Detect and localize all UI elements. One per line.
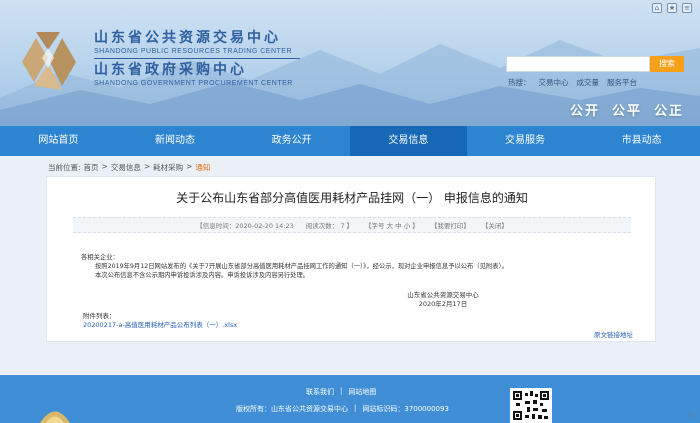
menu-icon[interactable]: ≡ bbox=[682, 3, 692, 13]
breadcrumb: 当前位置: 首页 > 交易信息 > 耗材采购 > 通知 bbox=[48, 162, 210, 173]
print-button[interactable]: 【我要打印】 bbox=[431, 220, 470, 230]
breadcrumb-consumables[interactable]: 耗材采购 bbox=[153, 162, 183, 173]
nav-item-trading-service[interactable]: 交易服务 bbox=[467, 126, 584, 156]
signature-org: 山东省公共资源交易中心 bbox=[407, 291, 479, 299]
org-divider bbox=[94, 58, 300, 59]
article-views: 阅读次数： 7 】 bbox=[305, 222, 354, 230]
breadcrumb-label: 当前位置: bbox=[48, 163, 81, 172]
hot-link-trading-center[interactable]: 交易中心 bbox=[539, 77, 569, 88]
nav-item-government-affairs[interactable]: 政务公开 bbox=[233, 126, 350, 156]
footer-emblem-icon bbox=[40, 411, 70, 423]
slogan-fair: 公平 bbox=[611, 104, 642, 119]
copyright-text: 版权所有：山东省公共资源交易中心 bbox=[236, 405, 348, 413]
site-header: ⌂ ★ ≡ 山东省公共资源交易中心 SHANDONG PUBLIC RESOUR… bbox=[0, 0, 700, 126]
home-icon[interactable]: ⌂ bbox=[652, 3, 662, 13]
site-footer: 联系我们 | 网站地图 版权所有：山东省公共资源交易中心 | 网站标识码：370… bbox=[0, 375, 700, 423]
sitemap-link[interactable]: 网站地图 bbox=[348, 387, 376, 397]
nav-item-city-county-news[interactable]: 市县动态 bbox=[583, 126, 700, 156]
nav-item-trading-info[interactable]: 交易信息 bbox=[350, 126, 467, 156]
breadcrumb-home[interactable]: 首页 bbox=[84, 162, 99, 173]
footer-copyright: 版权所有：山东省公共资源交易中心 | 网站标识码：3700000093 bbox=[236, 404, 449, 414]
top-icon-group: ⌂ ★ ≡ bbox=[652, 3, 692, 13]
search-input[interactable] bbox=[506, 56, 650, 72]
qr-code-icon bbox=[510, 388, 552, 423]
footer-separator: | bbox=[354, 404, 357, 412]
article-panel: 关于公布山东省部分高值医用耗材产品挂网（一） 申报信息的通知 【信息时间：202… bbox=[46, 176, 656, 342]
hot-search-row: 热搜： 交易中心 成交量 服务平台 bbox=[508, 77, 637, 88]
org-name-en-2: SHANDONG GOVERNMENT PROCUREMENT CENTER bbox=[94, 80, 293, 87]
article-info-bar: 【信息时间：2020-02-20 14:23 阅读次数： 7 】 【字号 大 中… bbox=[73, 217, 631, 233]
footer-links: 联系我们 | 网站地图 bbox=[306, 387, 376, 397]
main-nav: 网站首页 新闻动态 政务公开 交易信息 交易服务 市县动态 bbox=[0, 126, 700, 156]
star-icon[interactable]: ★ bbox=[667, 3, 677, 13]
breadcrumb-separator: > bbox=[143, 162, 151, 171]
signature-date: 2020年2月17日 bbox=[418, 300, 468, 308]
close-button[interactable]: 【关闭】 bbox=[482, 220, 508, 230]
hot-search-label: 热搜： bbox=[508, 78, 531, 87]
body-paragraph-1: 按照2019年9月12日网站发布的《关于7开展山东省部分高值医用耗材产品挂网工作… bbox=[95, 263, 509, 270]
nav-item-home[interactable]: 网站首页 bbox=[0, 126, 117, 156]
org-name-cn-1: 山东省公共资源交易中心 bbox=[94, 30, 281, 46]
center-logo[interactable] bbox=[14, 28, 84, 96]
breadcrumb-current: 通知 bbox=[195, 163, 211, 172]
breadcrumb-separator: > bbox=[101, 162, 108, 171]
breadcrumb-separator: > bbox=[186, 162, 193, 171]
attachment-link[interactable]: 20200217-a-高值医用耗材产品公布列表（一）.xlsx bbox=[83, 319, 237, 329]
hot-link-service-platform[interactable]: 服务平台 bbox=[607, 77, 637, 88]
font-size-control[interactable]: 【字号 大 中 小 】 bbox=[365, 220, 419, 230]
breadcrumb-trading-info[interactable]: 交易信息 bbox=[111, 162, 141, 173]
hot-link-volume[interactable]: 成交量 bbox=[577, 77, 600, 88]
article-body: 各相关企业： 按照2019年9月12日网站发布的《关于7开展山东省部分高值医用耗… bbox=[81, 253, 629, 280]
scroll-top-icon[interactable]: ◇ bbox=[688, 410, 694, 419]
body-greeting: 各相关企业： bbox=[81, 254, 119, 261]
slogan-just: 公正 bbox=[653, 104, 684, 119]
article-date: 【信息时间：2020-02-20 14:23 bbox=[196, 222, 294, 230]
slogan: 公开 公平 公正 bbox=[570, 100, 684, 119]
nav-item-news[interactable]: 新闻动态 bbox=[117, 126, 234, 156]
contact-link[interactable]: 联系我们 bbox=[306, 387, 334, 397]
article-signature: 山东省公共资源交易中心 2020年2月17日 bbox=[47, 291, 657, 309]
footer-separator: | bbox=[340, 387, 343, 395]
site-code: 网站标识码：3700000093 bbox=[362, 405, 449, 413]
slogan-open: 公开 bbox=[569, 104, 600, 119]
org-name-en-1: SHANDONG PUBLIC RESOURCES TRADING CENTER bbox=[94, 48, 293, 55]
search-button[interactable]: 搜索 bbox=[650, 56, 684, 72]
organization-name: 山东省公共资源交易中心 SHANDONG PUBLIC RESOURCES TR… bbox=[94, 30, 300, 89]
article-title: 关于公布山东省部分高值医用耗材产品挂网（一） 申报信息的通知 bbox=[176, 191, 528, 205]
original-link[interactable]: 原文链接地址 bbox=[594, 329, 633, 339]
org-name-cn-2: 山东省政府采购中心 bbox=[94, 62, 247, 78]
body-paragraph-2: 本次公布信息不含公示期内申诉投诉涉及内容。申诉投诉涉及内容另行处理。 bbox=[95, 272, 310, 279]
